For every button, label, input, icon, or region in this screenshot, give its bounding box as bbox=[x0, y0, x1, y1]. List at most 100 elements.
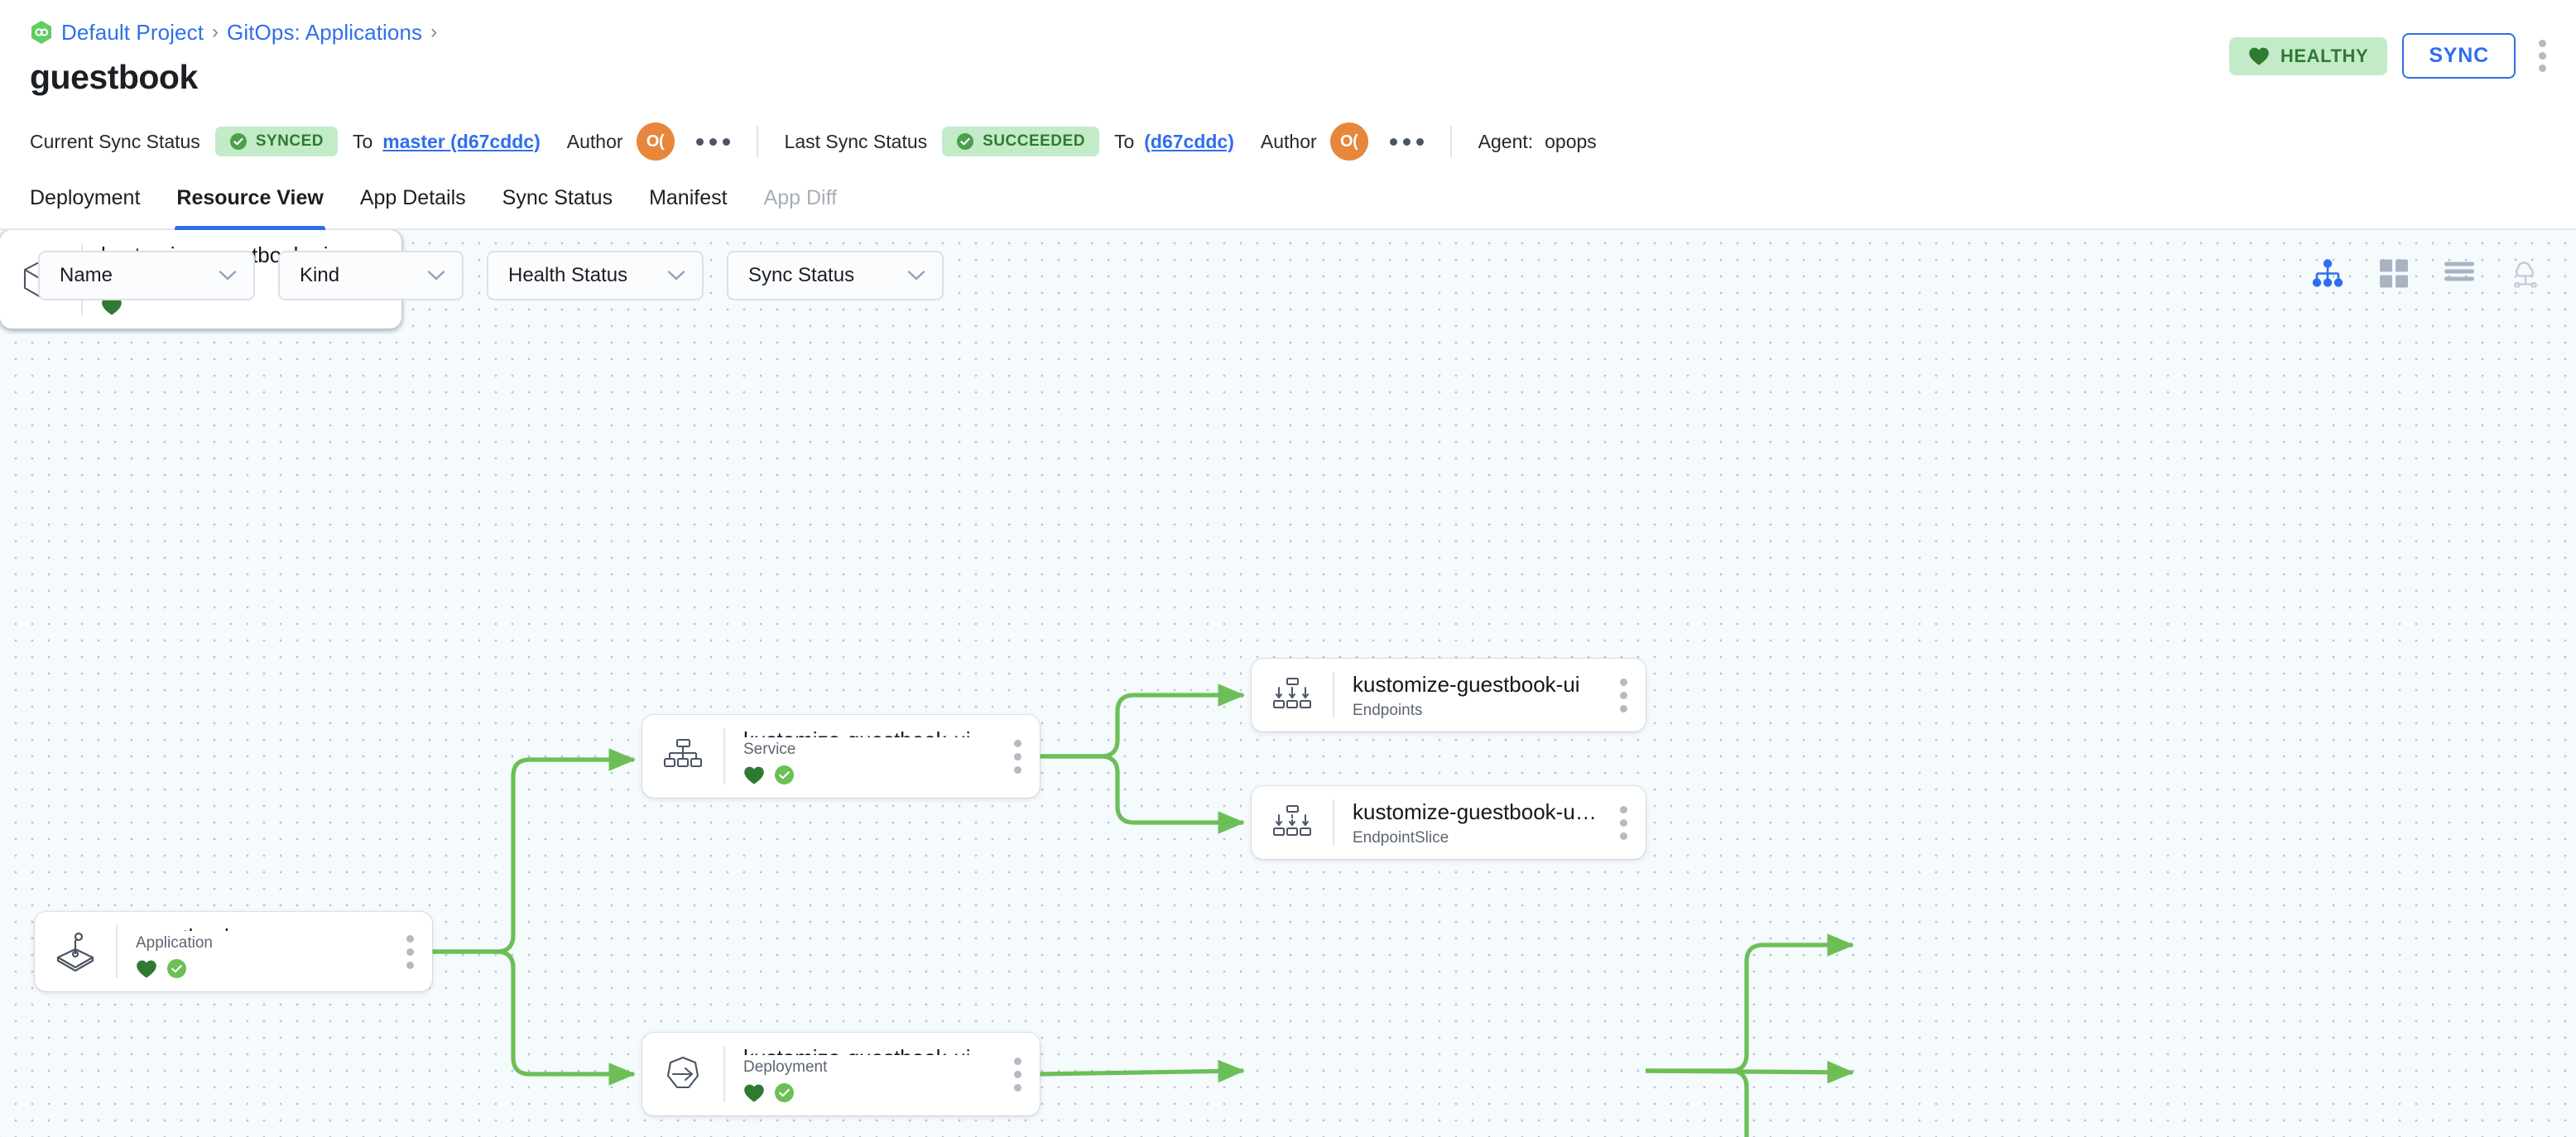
node-menu-icon[interactable] bbox=[995, 1033, 1040, 1115]
breadcrumb-item-default-project[interactable]: Default Project bbox=[61, 20, 204, 46]
sync-check-icon bbox=[774, 1082, 795, 1107]
breadcrumb-item-gitops-applications[interactable]: GitOps: Applications bbox=[227, 20, 422, 46]
last-sync-to-label: To bbox=[1113, 130, 1135, 152]
current-sync-author-label: Author bbox=[566, 130, 623, 152]
node-kind: Service bbox=[743, 741, 796, 759]
tab-app-diff: App Diff bbox=[763, 186, 838, 209]
node-name: kustomize-guestbook-ui bbox=[1353, 672, 1580, 698]
tab-deployment[interactable]: Deployment bbox=[30, 186, 158, 228]
node-content: kustomize-guestbook-ui Service bbox=[725, 715, 995, 798]
node-name: kustomize-guestbook-ui bbox=[743, 727, 995, 737]
tab-sync-status[interactable]: Sync Status bbox=[484, 186, 631, 228]
service-icon bbox=[642, 715, 723, 798]
chevron-down-icon bbox=[427, 264, 445, 287]
last-sync-status-label: Last Sync Status bbox=[784, 130, 928, 152]
current-sync-revision-link[interactable]: master (d67cddc) bbox=[382, 131, 540, 153]
current-sync-status-label: Current Sync Status bbox=[30, 130, 200, 152]
breadcrumb: Default Project › GitOps: Applications › bbox=[30, 18, 2546, 46]
node-menu-icon[interactable] bbox=[995, 715, 1040, 798]
sync-check-icon bbox=[166, 958, 187, 983]
graph-node-application[interactable]: guestbook Application bbox=[35, 912, 432, 991]
node-menu-icon[interactable] bbox=[387, 912, 432, 991]
status-divider bbox=[1449, 126, 1452, 157]
tab-manifest[interactable]: Manifest bbox=[631, 186, 745, 228]
grid-view-icon[interactable] bbox=[2379, 259, 2409, 293]
sync-status-bar: Current Sync Status SYNCED To master (d6… bbox=[0, 116, 2576, 167]
header-overflow-menu-icon[interactable] bbox=[2530, 35, 2554, 77]
node-content: kustomize-guestbook-ui Endpoints bbox=[1334, 659, 1601, 732]
current-sync-status-badge-label: SYNCED bbox=[255, 132, 324, 150]
node-kind: EndpointSlice bbox=[1353, 828, 1449, 847]
last-sync-revision-link[interactable]: (d67cddc) bbox=[1144, 131, 1234, 153]
node-menu-icon[interactable] bbox=[1601, 659, 1646, 732]
graph-node-deployment[interactable]: kustomize-guestbook-ui Deployment bbox=[642, 1033, 1040, 1115]
node-name: kustomize-guestbook-ui-… bbox=[1353, 799, 1601, 825]
hexagon-link-icon bbox=[30, 20, 53, 45]
tree-view-icon[interactable] bbox=[2311, 259, 2344, 293]
header-actions: HEALTHY SYNC bbox=[2228, 33, 2554, 79]
sync-button[interactable]: SYNC bbox=[2402, 33, 2516, 79]
filter-kind-label: Kind bbox=[300, 264, 340, 286]
current-sync-more-icon[interactable] bbox=[695, 137, 730, 146]
chevron-down-icon bbox=[667, 264, 685, 287]
node-status-badges bbox=[743, 765, 995, 789]
resource-graph-canvas[interactable]: Name Kind Health Status Sync Status Appl… bbox=[0, 230, 2576, 1137]
agent-value: opops bbox=[1545, 130, 1597, 152]
tab-app-details[interactable]: App Details bbox=[342, 186, 484, 228]
view-mode-toggle-group bbox=[2311, 259, 2541, 293]
page-header: Default Project › GitOps: Applications ›… bbox=[0, 0, 2576, 116]
chevron-down-icon bbox=[907, 264, 925, 287]
node-kind: Application bbox=[136, 934, 213, 952]
node-menu-icon[interactable] bbox=[1601, 786, 1646, 859]
filter-name-label: Name bbox=[60, 264, 113, 286]
filter-kind-select[interactable]: Kind bbox=[278, 251, 464, 300]
status-badge-healthy: HEALTHY bbox=[2228, 36, 2388, 75]
agent-label: Agent: bbox=[1478, 130, 1534, 152]
graph-node-service[interactable]: kustomize-guestbook-ui Service bbox=[642, 715, 1040, 798]
status-badge-healthy-label: HEALTHY bbox=[2280, 45, 2369, 66]
filter-sync-status-label: Sync Status bbox=[748, 264, 855, 286]
heart-icon bbox=[2248, 46, 2270, 66]
node-content: guestbook Application bbox=[118, 912, 387, 991]
graph-node-endpoints[interactable]: kustomize-guestbook-ui Endpoints bbox=[1252, 659, 1646, 732]
breadcrumb-separator: › bbox=[430, 21, 438, 43]
node-kind: Deployment bbox=[743, 1058, 828, 1077]
health-heart-icon bbox=[136, 959, 157, 983]
node-content: kustomize-guestbook-ui Deployment bbox=[725, 1033, 995, 1115]
node-status-badges bbox=[743, 1082, 995, 1107]
health-heart-icon bbox=[743, 1083, 765, 1107]
filter-bar: Name Kind Health Status Sync Status bbox=[0, 230, 2576, 321]
last-sync-author-avatar[interactable]: O( bbox=[1329, 122, 1368, 161]
current-sync-to-label: To bbox=[353, 130, 373, 152]
last-sync-status-badge: SUCCEEDED bbox=[942, 127, 1099, 156]
tab-bar: Deployment Resource View App Details Syn… bbox=[0, 167, 2576, 230]
last-sync-author-label: Author bbox=[1260, 130, 1317, 152]
current-sync-status-badge: SYNCED bbox=[214, 127, 338, 156]
endpoints-icon bbox=[1252, 659, 1333, 732]
filter-sync-status-select[interactable]: Sync Status bbox=[727, 251, 944, 300]
node-name: kustomize-guestbook-ui bbox=[743, 1044, 995, 1055]
tab-resource-view[interactable]: Resource View bbox=[158, 186, 341, 230]
check-circle-icon bbox=[956, 132, 974, 151]
endpointslice-icon bbox=[1252, 786, 1333, 859]
current-sync-author-avatar[interactable]: O( bbox=[636, 122, 675, 161]
node-name: guestbook bbox=[136, 924, 387, 931]
node-content: kustomize-guestbook-ui-… EndpointSlice bbox=[1334, 786, 1601, 859]
page-title: guestbook bbox=[30, 58, 198, 96]
filter-name-select[interactable]: Name bbox=[38, 251, 255, 300]
sync-check-icon bbox=[774, 765, 795, 789]
check-circle-icon bbox=[229, 132, 248, 151]
graph-node-endpointslice[interactable]: kustomize-guestbook-ui-… EndpointSlice bbox=[1252, 786, 1646, 859]
application-icon bbox=[35, 912, 116, 991]
list-view-icon[interactable] bbox=[2444, 261, 2475, 291]
last-sync-more-icon[interactable] bbox=[1389, 137, 1424, 146]
filter-health-status-label: Health Status bbox=[508, 264, 628, 286]
breadcrumb-separator: › bbox=[212, 21, 219, 43]
node-status-badges bbox=[136, 958, 387, 983]
status-divider bbox=[756, 126, 758, 157]
node-kind: Endpoints bbox=[1353, 701, 1423, 719]
network-view-icon[interactable] bbox=[2510, 260, 2541, 292]
health-heart-icon bbox=[743, 765, 765, 789]
last-sync-status-badge-label: SUCCEEDED bbox=[983, 132, 1085, 150]
filter-health-status-select[interactable]: Health Status bbox=[487, 251, 704, 300]
